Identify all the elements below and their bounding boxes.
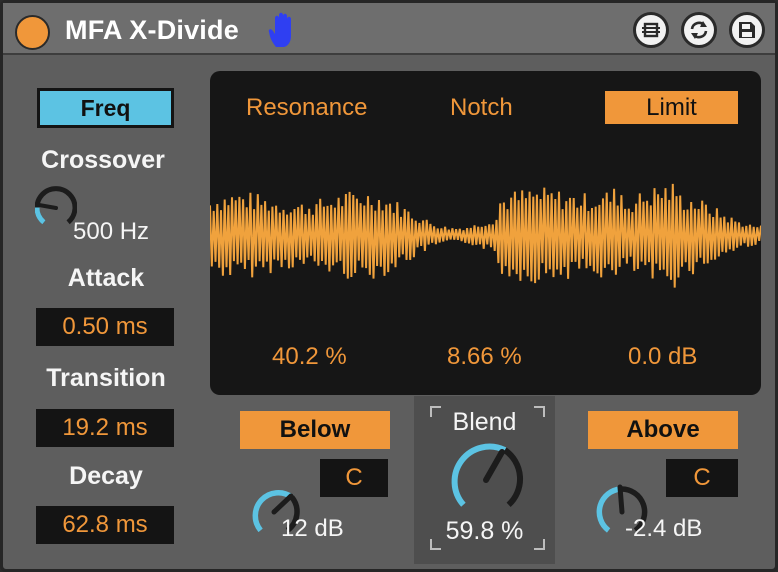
- blend-knob[interactable]: [444, 438, 528, 520]
- transition-value-box[interactable]: 19.2 ms: [36, 409, 174, 447]
- below-mode-box[interactable]: C: [320, 459, 388, 497]
- sync-icon: [690, 21, 708, 39]
- above-mode-box[interactable]: C: [666, 459, 738, 497]
- map-icon: [642, 22, 660, 38]
- blend-panel: Blend 59.8 %: [414, 396, 555, 564]
- below-value[interactable]: 12 dB: [281, 515, 344, 543]
- crossover-label: Crossover: [41, 146, 165, 174]
- decay-label: Decay: [69, 462, 143, 490]
- power-toggle-button[interactable]: [15, 15, 50, 50]
- notch-value[interactable]: 8.66 %: [447, 343, 522, 371]
- resonance-label[interactable]: Resonance: [246, 94, 367, 122]
- limit-value[interactable]: 0.0 dB: [628, 343, 697, 371]
- device-panel: MFA X-Divide Freq Crossover 500 Hz Attac…: [0, 0, 778, 572]
- decay-value-box[interactable]: 62.8 ms: [36, 506, 174, 544]
- device-title: MFA X-Divide: [65, 15, 239, 45]
- waveform-display[interactable]: Resonance Notch Limit 40.2 % 8.66 % 0.0 …: [210, 71, 761, 395]
- above-button[interactable]: Above: [588, 411, 738, 449]
- crossover-knob[interactable]: [35, 186, 77, 244]
- save-button[interactable]: [729, 12, 765, 48]
- waveform-graph: [210, 183, 761, 288]
- hand-icon[interactable]: [267, 12, 299, 48]
- above-value[interactable]: -2.4 dB: [625, 515, 702, 543]
- resonance-value[interactable]: 40.2 %: [272, 343, 347, 371]
- save-icon: [739, 22, 755, 38]
- sync-button[interactable]: [681, 12, 717, 48]
- attack-label: Attack: [67, 264, 145, 292]
- transition-label: Transition: [46, 364, 166, 392]
- crossover-value[interactable]: 500 Hz: [73, 218, 149, 246]
- limit-toggle-button[interactable]: Limit: [605, 91, 738, 124]
- waveform-line: [210, 183, 761, 288]
- blend-value[interactable]: 59.8 %: [414, 517, 555, 546]
- attack-value-box[interactable]: 0.50 ms: [36, 308, 174, 346]
- freq-mode-button[interactable]: Freq: [37, 88, 174, 128]
- below-button[interactable]: Below: [240, 411, 390, 449]
- blend-label: Blend: [452, 408, 517, 436]
- notch-label[interactable]: Notch: [450, 94, 513, 122]
- title-bar: MFA X-Divide: [3, 3, 775, 55]
- map-button[interactable]: [633, 12, 669, 48]
